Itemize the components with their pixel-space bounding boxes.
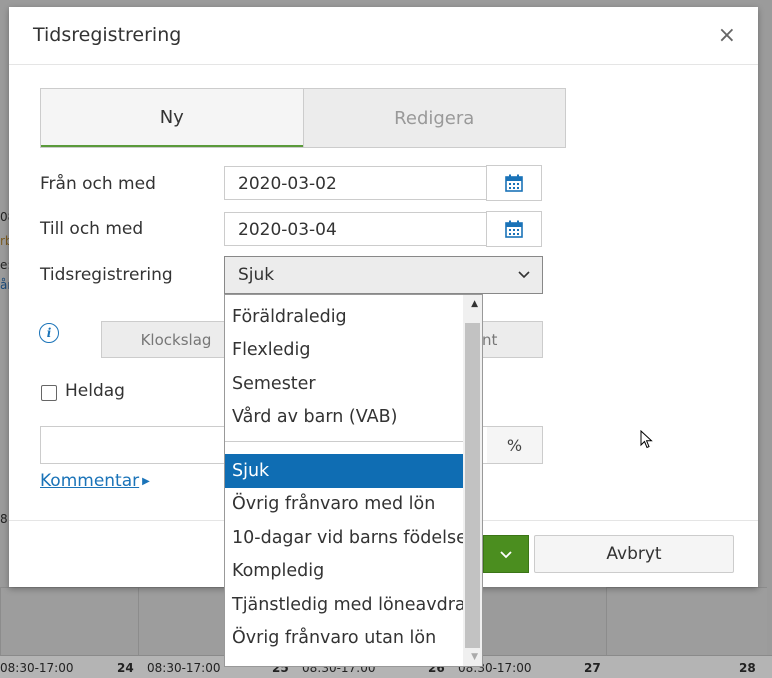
dropdown-option[interactable]: Vård av barn (VAB): [225, 400, 463, 434]
dropdown-separator: [225, 441, 463, 442]
calendar-icon: [505, 174, 523, 192]
dropdown-option[interactable]: Övrig frånvaro med lön: [225, 487, 463, 521]
tab-edit[interactable]: Redigera: [302, 89, 565, 147]
dropdown-option[interactable]: Föräldraledig: [225, 300, 463, 334]
from-date-picker-button[interactable]: [486, 165, 542, 201]
dropdown-option[interactable]: 10-dagar vid barns födelse: [225, 521, 467, 555]
calendar-day-number: 27: [584, 661, 601, 675]
to-date-label: Till och med: [40, 219, 144, 239]
calendar-time: 08:30-17:00: [0, 661, 74, 675]
calendar-cell: [0, 587, 139, 658]
registration-type-label: Tidsregistrering: [40, 265, 173, 285]
cancel-button[interactable]: Avbryt: [534, 535, 734, 573]
mode-tabs: Ny Redigera: [40, 88, 566, 148]
fullday-label: Heldag: [65, 381, 125, 401]
tab-new[interactable]: Ny: [41, 89, 303, 147]
calendar-time: 08:30-17:00: [147, 661, 221, 675]
save-options-button[interactable]: [483, 535, 529, 573]
scroll-up-arrow-icon[interactable]: ▲: [471, 299, 478, 309]
percent-input[interactable]: [40, 426, 230, 464]
percent-unit: %: [487, 426, 543, 464]
registration-type-select[interactable]: Sjuk: [224, 256, 543, 294]
mouse-pointer-icon: [640, 430, 653, 449]
dropdown-scrollbar[interactable]: ▲ ▼: [463, 295, 482, 666]
dropdown-option[interactable]: Semester: [225, 367, 463, 401]
dropdown-option[interactable]: Övrig frånvaro utan lön: [225, 621, 463, 655]
close-button[interactable]: ×: [718, 23, 736, 48]
scrollbar-thumb[interactable]: [465, 323, 480, 648]
registration-type-value: Sjuk: [238, 265, 275, 285]
calendar-cell: [606, 587, 767, 658]
dialog-header: Tidsregistrering ×: [9, 7, 758, 65]
calendar-day-number: 28: [739, 661, 756, 675]
scroll-down-arrow-icon[interactable]: ▼: [471, 652, 478, 662]
comment-link-label: Kommentar: [40, 471, 140, 491]
info-icon[interactable]: i: [39, 323, 59, 343]
registration-type-dropdown[interactable]: Föräldraledig Flexledig Semester Vård av…: [224, 294, 483, 667]
to-date-picker-button[interactable]: [486, 211, 542, 247]
fullday-checkbox[interactable]: [41, 385, 57, 401]
dropdown-option[interactable]: Flexledig: [225, 333, 463, 367]
mode-percent-button[interactable]: nt: [473, 321, 543, 358]
chevron-down-icon: [500, 551, 512, 559]
chevron-down-icon: [518, 257, 530, 307]
calendar-day-number: 24: [117, 661, 134, 675]
dropdown-option-selected[interactable]: Sjuk: [225, 454, 463, 488]
dropdown-option[interactable]: Tjänstledig med löneavdrag: [225, 588, 477, 622]
to-date-input[interactable]: 2020-03-04: [224, 212, 486, 246]
from-date-input[interactable]: 2020-03-02: [224, 166, 486, 200]
dialog-title: Tidsregistrering: [33, 24, 182, 46]
dropdown-option[interactable]: Kompledig: [225, 554, 463, 588]
calendar-icon: [505, 220, 523, 238]
caret-right-icon: ▶: [142, 476, 150, 487]
from-date-label: Från och med: [40, 174, 156, 194]
comment-link[interactable]: Kommentar ▶: [40, 471, 150, 491]
